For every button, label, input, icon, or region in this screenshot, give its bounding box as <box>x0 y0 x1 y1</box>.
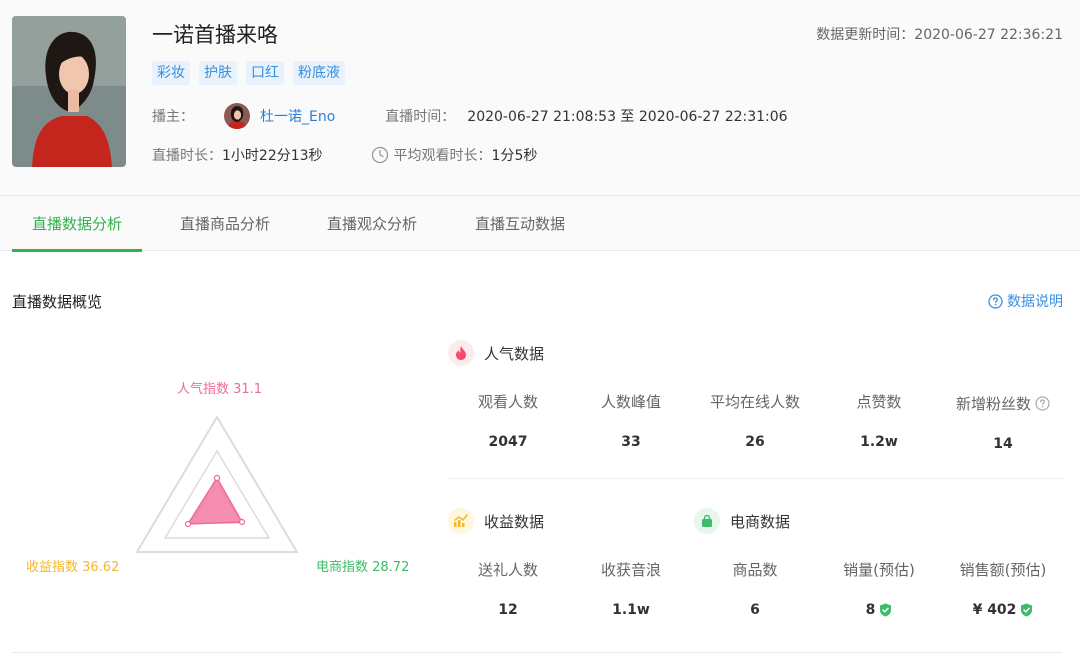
radar-label-ecommerce: 电商指数 28.72 <box>316 560 410 575</box>
live-time-label: 直播时间： <box>385 109 456 125</box>
tab-live-audience-analysis[interactable]: 直播观众分析 <box>307 196 437 252</box>
metric-value-text: 2047 <box>488 434 528 450</box>
radar-point-ecommerce <box>238 518 246 526</box>
live-time-value: 2020-06-27 21:08:53 至 2020-06-27 22:31:0… <box>467 109 788 125</box>
metric-sound-waves: 收获音浪 1.1w <box>571 559 691 618</box>
live-header: 一诺首播来咯 数据更新时间：2020-06-27 22:36:21 彩妆 护肤 … <box>0 0 1080 195</box>
metric-value-text: 26 <box>745 434 765 450</box>
live-cover-image[interactable] <box>12 16 126 167</box>
index-radar-chart: 人气指数 31.1 收益指数 36.62 电商指数 28.72 <box>0 360 440 590</box>
metric-value-text: 8 <box>865 602 876 618</box>
duration-label: 直播时长： <box>152 148 222 164</box>
metric-sales-volume: 销量(预估) 8 <box>819 559 939 618</box>
metric-value-text: 12 <box>498 602 518 618</box>
shopping-bag-icon <box>694 508 720 534</box>
metric-value: 14 <box>942 436 1064 452</box>
metric-value-text: ¥ 402 <box>972 602 1017 618</box>
ecommerce-group-title: 电商数据 <box>730 512 791 531</box>
metric-sales-amount: 销售额(预估) ¥ 402 <box>942 559 1064 618</box>
metric-value: 12 <box>448 602 568 618</box>
revenue-trend-icon <box>448 508 474 534</box>
metric-value: 1.2w <box>819 434 939 450</box>
metric-value: 8 <box>819 602 939 618</box>
tab-bar: 直播数据分析 直播商品分析 直播观众分析 直播互动数据 <box>0 195 1080 252</box>
metric-value: ¥ 402 <box>942 602 1064 618</box>
radar-point-popularity <box>213 474 221 482</box>
metric-value-text: 14 <box>993 436 1013 452</box>
avg-watch-label: 平均观看时长： <box>393 148 492 164</box>
metric-value: 2047 <box>448 434 568 450</box>
metric-value: 1.1w <box>571 602 691 618</box>
section-title: 直播数据概览 <box>12 293 103 311</box>
avg-watch-value: 1分5秒 <box>491 148 538 164</box>
update-time-value: 2020-06-27 22:36:21 <box>914 27 1063 43</box>
data-help-label: 数据说明 <box>1007 294 1063 310</box>
metric-label: 销售额(预估) <box>959 561 1047 579</box>
metric-value: 33 <box>571 434 691 450</box>
metric-likes: 点赞数 1.2w <box>819 391 939 450</box>
metric-label: 点赞数 <box>856 393 902 411</box>
radar-point-revenue <box>184 520 192 528</box>
metric-label: 商品数 <box>732 561 778 579</box>
popularity-group-title: 人气数据 <box>484 344 545 363</box>
metric-viewers: 观看人数 2047 <box>448 391 568 450</box>
tab-live-interaction-data[interactable]: 直播互动数据 <box>455 196 585 252</box>
tag-item[interactable]: 彩妆 <box>152 61 190 85</box>
metric-value: 6 <box>695 602 815 618</box>
metric-avg-online: 平均在线人数 26 <box>695 391 815 450</box>
metric-value: 26 <box>695 434 815 450</box>
host-row: 播主： 杜一诺_Eno 直播时间： 2020-06-27 21:08:53 至 … <box>152 102 788 130</box>
duration-value: 1小时22分13秒 <box>222 148 323 164</box>
metric-gift-givers: 送礼人数 12 <box>448 559 568 618</box>
metric-label: 新增粉丝数 <box>955 395 1031 413</box>
bottom-divider <box>12 652 1062 653</box>
metric-value-text: 1.1w <box>612 602 650 618</box>
tag-list: 彩妆 护肤 口红 粉底液 <box>152 61 345 85</box>
tag-item[interactable]: 粉底液 <box>293 61 345 85</box>
radar-label-revenue: 收益指数 36.62 <box>26 560 120 575</box>
verified-shield-icon <box>1021 603 1033 617</box>
metric-label: 人数峰值 <box>600 393 661 411</box>
metric-label-row: 新增粉丝数 <box>942 393 1064 414</box>
metric-label: 销量(预估) <box>843 561 915 579</box>
active-tab-indicator <box>12 249 142 252</box>
ecommerce-group-header: 电商数据 <box>694 508 790 534</box>
metric-value-text: 6 <box>750 602 760 618</box>
verified-shield-icon <box>880 603 892 617</box>
tab-live-product-analysis[interactable]: 直播商品分析 <box>160 196 290 252</box>
update-time: 数据更新时间：2020-06-27 22:36:21 <box>816 24 1063 44</box>
host-label: 播主： <box>152 109 194 125</box>
revenue-group-title: 收益数据 <box>484 512 545 531</box>
update-time-label: 数据更新时间： <box>816 27 915 43</box>
clock-icon <box>371 146 388 164</box>
revenue-group-header: 收益数据 <box>448 508 544 534</box>
metric-new-fans: 新增粉丝数 14 <box>942 393 1064 452</box>
metric-product-count: 商品数 6 <box>695 559 815 618</box>
live-title: 一诺首播来咯 <box>152 23 278 47</box>
data-help-link[interactable]: 数据说明 <box>988 291 1063 311</box>
metric-value-text: 33 <box>621 434 641 450</box>
metric-value-text: 1.2w <box>860 434 898 450</box>
metric-label: 观看人数 <box>477 393 538 411</box>
host-name-link[interactable]: 杜一诺_Eno <box>260 106 335 126</box>
duration-row: 直播时长： 1小时22分13秒 平均观看时长： 1分5秒 <box>152 144 537 166</box>
metric-label: 送礼人数 <box>477 561 538 579</box>
group-divider <box>448 478 1063 479</box>
metric-label: 收获音浪 <box>600 561 661 579</box>
metric-peak-viewers: 人数峰值 33 <box>571 391 691 450</box>
tag-item[interactable]: 口红 <box>246 61 284 85</box>
radar-label-popularity: 人气指数 31.1 <box>177 382 263 397</box>
fire-icon <box>448 340 474 366</box>
popularity-group-header: 人气数据 <box>448 340 544 366</box>
metric-label: 平均在线人数 <box>709 393 800 411</box>
tab-live-data-analysis[interactable]: 直播数据分析 <box>12 196 142 252</box>
tag-item[interactable]: 护肤 <box>199 61 237 85</box>
help-icon <box>988 293 1003 309</box>
host-avatar[interactable] <box>224 103 250 129</box>
question-icon[interactable] <box>1035 396 1050 411</box>
